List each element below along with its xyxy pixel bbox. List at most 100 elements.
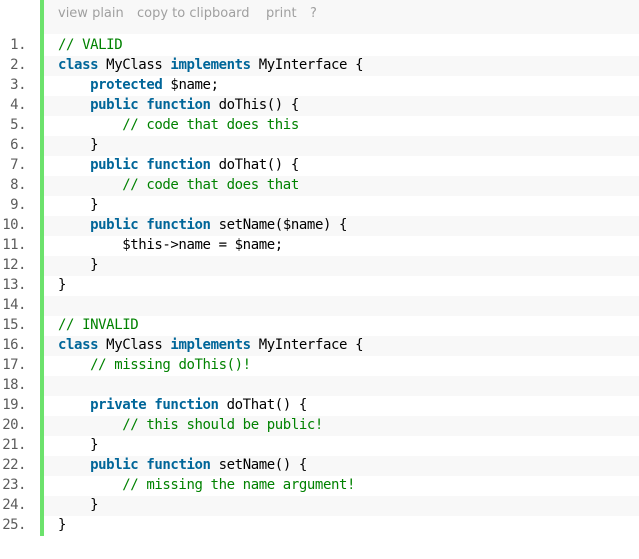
code-line: 7. public function doThat() { <box>0 156 639 176</box>
code-text: } <box>58 497 98 513</box>
line-number: 24. <box>2 497 26 513</box>
keyword-token: private <box>90 397 147 413</box>
code-line-background <box>44 376 639 396</box>
code-text: } <box>58 437 98 453</box>
plain-token: MyClass <box>98 57 171 73</box>
code-line: 9. } <box>0 196 639 216</box>
code-line: 11. $this->name = $name; <box>0 236 639 256</box>
keyword-token: public <box>90 457 139 473</box>
code-line: 4. public function doThis() { <box>0 96 639 116</box>
code-text: // code that does that <box>58 177 299 193</box>
line-number: 22. <box>2 457 26 473</box>
keyword-token: function <box>146 97 211 113</box>
keyword-token: public <box>90 157 139 173</box>
keyword-token: function <box>154 397 219 413</box>
comment-token: // code that does that <box>122 177 299 193</box>
code-line-background <box>44 256 639 276</box>
line-number: 18. <box>2 377 26 393</box>
help-link[interactable]: ? <box>310 6 317 21</box>
view-plain-link[interactable]: view plain <box>58 6 124 21</box>
plain-token: } <box>58 437 99 453</box>
code-line: 14. <box>0 296 639 316</box>
code-line-background <box>44 276 639 296</box>
keyword-token: function <box>146 457 211 473</box>
code-line-background <box>44 196 639 216</box>
code-text: } <box>58 137 98 153</box>
code-line: 24. } <box>0 496 639 516</box>
line-number: 23. <box>2 477 26 493</box>
keyword-token: public <box>90 217 139 233</box>
print-link[interactable]: print <box>266 6 297 21</box>
code-text: // this should be public! <box>58 417 323 433</box>
line-number: 17. <box>2 357 26 373</box>
code-text: class MyClass implements MyInterface { <box>58 57 364 73</box>
code-line: 10. public function setName($name) { <box>0 216 639 236</box>
plain-token: doThat() { <box>210 157 300 173</box>
code-line: 22. public function setName() { <box>0 456 639 476</box>
keyword-token: implements <box>170 57 251 73</box>
line-number: 2. <box>10 57 26 73</box>
code-block: 1. // VALID 2. class MyClass implements MyI… <box>0 36 639 536</box>
code-text: } <box>58 277 66 293</box>
code-line: 12. } <box>0 256 639 276</box>
line-number: 3. <box>10 77 26 93</box>
plain-token: doThis() { <box>210 97 300 113</box>
comment-token: // missing doThis()! <box>90 357 251 373</box>
comment-token: // VALID <box>58 37 123 53</box>
line-number: 19. <box>2 397 26 413</box>
code-line: 5. // code that does this <box>0 116 639 136</box>
copy-to-clipboard-link[interactable]: copy to clipboard <box>137 6 250 21</box>
code-text: public function doThis() { <box>58 97 299 113</box>
plain-token: $this->name = $name; <box>58 237 283 253</box>
plain-token: } <box>58 137 99 153</box>
line-number: 8. <box>10 177 26 193</box>
plain-token: } <box>58 277 67 293</box>
line-number: 21. <box>2 437 26 453</box>
code-line: 1. // VALID <box>0 36 639 56</box>
plain-token: setName() { <box>210 457 308 473</box>
code-line-background <box>44 136 639 156</box>
comment-token: // missing the name argument! <box>122 477 356 493</box>
plain-token: } <box>58 517 67 533</box>
keyword-token: implements <box>170 337 251 353</box>
code-line: 16. class MyClass implements MyInterface … <box>0 336 639 356</box>
code-line: 15. // INVALID <box>0 316 639 336</box>
keyword-token: function <box>146 157 211 173</box>
plain-token: MyClass <box>98 337 171 353</box>
code-text: class MyClass implements MyInterface { <box>58 337 364 353</box>
line-number: 9. <box>10 197 26 213</box>
code-line-background <box>44 36 639 56</box>
line-number: 15. <box>2 317 26 333</box>
code-text: public function setName($name) { <box>58 217 347 233</box>
code-text: // missing the name argument! <box>58 477 355 493</box>
code-line: 19. private function doThat() { <box>0 396 639 416</box>
comment-token: // this should be public! <box>122 417 323 433</box>
code-line: 25.} <box>0 516 639 536</box>
line-number: 14. <box>2 297 26 313</box>
plain-token: doThat() { <box>218 397 308 413</box>
line-number: 16. <box>2 337 26 353</box>
code-line: 6. } <box>0 136 639 156</box>
code-text: public function doThat() { <box>58 157 299 173</box>
line-number: 7. <box>10 157 26 173</box>
line-number: 12. <box>2 257 26 273</box>
code-text: } <box>58 197 98 213</box>
plain-token: $name; <box>162 77 219 93</box>
code-line: 13.} <box>0 276 639 296</box>
line-number: 5. <box>10 117 26 133</box>
keyword-token: protected <box>90 77 163 93</box>
plain-token: MyInterface { <box>250 337 364 353</box>
plain-token: } <box>58 197 99 213</box>
code-line: 20. // this should be public! <box>0 416 639 436</box>
code-text: $this->name = $name; <box>58 237 283 253</box>
plain-token: } <box>58 497 99 513</box>
